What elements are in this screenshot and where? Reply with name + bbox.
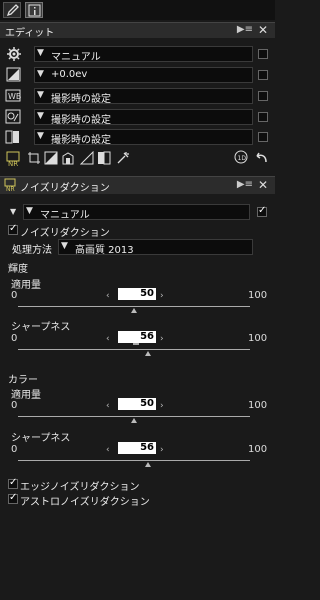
svg-text:NR: NR	[8, 160, 18, 167]
exposure-checkbox[interactable]	[258, 70, 268, 80]
edit-panel-header: エディット ▶≡ ✕	[0, 22, 275, 39]
nr-preset-select[interactable]: ▼ マニュアル	[23, 204, 250, 221]
luminance-heading: 輝度	[8, 264, 28, 275]
picture-control-checkbox[interactable]	[258, 112, 268, 122]
lum-sharpness-min: 0	[11, 333, 18, 344]
close-icon[interactable]: ✕	[258, 23, 268, 37]
color-amount-thumb[interactable]	[131, 418, 137, 423]
color-sharpness-value[interactable]: 56	[118, 442, 156, 454]
wb-mode-checkbox[interactable]	[258, 91, 268, 101]
lum-sharpness-default-mark	[133, 343, 139, 345]
exposure-select[interactable]: ▼ +0.0ev	[34, 67, 253, 83]
method-label: 処理方法	[12, 245, 52, 256]
lum-amount-thumb[interactable]	[131, 308, 137, 313]
d-lighting-checkbox[interactable]	[258, 132, 268, 142]
chevron-down-icon: ▼	[37, 111, 44, 121]
d-lighting-icon	[5, 130, 19, 144]
color-sharpness-thumb[interactable]	[145, 462, 151, 467]
levels-icon[interactable]	[80, 151, 94, 165]
lum-amount-increment[interactable]: ›	[160, 291, 164, 301]
lch-icon[interactable]	[97, 151, 111, 165]
tab-info[interactable]	[25, 2, 43, 18]
svg-text:WB: WB	[8, 92, 21, 101]
lum-sharpness-track[interactable]	[18, 349, 250, 350]
chevron-down-icon: ▼	[37, 131, 44, 141]
close-icon[interactable]: ✕	[258, 178, 268, 192]
edit-panel-title: エディット	[5, 28, 55, 39]
wb-icon: WB	[5, 89, 21, 102]
color-sharpness-decrement[interactable]: ‹	[106, 445, 110, 455]
noise-reduction-icon[interactable]: NR	[6, 151, 22, 167]
color-sharpness-track[interactable]	[18, 460, 250, 461]
tab-edit[interactable]	[3, 2, 21, 18]
white-balance-checkbox[interactable]	[258, 49, 268, 59]
lum-sharpness-thumb[interactable]	[145, 351, 151, 356]
lum-sharpness-decrement[interactable]: ‹	[106, 334, 110, 344]
retouch-brush-icon[interactable]	[116, 151, 130, 165]
lum-sharpness-max: 100	[248, 333, 268, 344]
panel-menu-icon[interactable]: ▶≡	[237, 179, 253, 190]
color-sharpness-increment[interactable]: ›	[160, 445, 164, 455]
svg-text:1D: 1D	[238, 155, 247, 162]
chevron-down-icon: ▼	[37, 48, 44, 58]
lum-amount-min: 0	[11, 290, 18, 301]
color-balance-icon[interactable]	[61, 151, 75, 165]
svg-text:NR: NR	[6, 186, 15, 192]
info-icon	[28, 4, 41, 17]
panel-tabs	[0, 0, 275, 20]
edit-tool-row: NR 1D	[0, 148, 275, 170]
lum-sharpness-label: シャープネス	[11, 322, 71, 333]
lum-sharpness-value[interactable]: 56	[118, 331, 156, 343]
crop-icon[interactable]	[27, 151, 41, 165]
chevron-down-icon: ▼	[37, 69, 44, 79]
nr-panel-header: NR ノイズリダクション ▶≡ ✕	[0, 176, 275, 194]
color-amount-increment[interactable]: ›	[160, 401, 164, 411]
lum-amount-track[interactable]	[18, 306, 250, 307]
astro-nr-checkbox[interactable]	[8, 492, 18, 504]
lum-amount-decrement[interactable]: ‹	[106, 291, 110, 301]
edge-nr-label: エッジノイズリダクション	[20, 482, 140, 493]
color-sharpness-max: 100	[248, 444, 268, 455]
lum-amount-max: 100	[248, 290, 268, 301]
noise-reduction-label: ノイズリダクション	[20, 228, 110, 239]
color-heading: カラー	[8, 375, 38, 386]
wb-mode-select[interactable]: ▼ 撮影時の設定	[34, 88, 253, 105]
lum-amount-label: 適用量	[11, 280, 41, 291]
color-amount-value[interactable]: 50	[118, 398, 156, 410]
panel-menu-icon[interactable]: ▶≡	[237, 24, 253, 35]
method-select[interactable]: ▼ 高画質 2013	[58, 239, 253, 256]
gear-icon	[7, 47, 21, 61]
edge-nr-checkbox[interactable]	[8, 477, 18, 489]
nr-panel-title: ノイズリダクション	[20, 183, 110, 194]
history-icon[interactable]: 1D	[234, 150, 248, 164]
tone-icon[interactable]	[44, 151, 58, 165]
color-amount-track[interactable]	[18, 416, 250, 417]
chevron-down-icon: ▼	[37, 90, 44, 100]
color-amount-max: 100	[248, 400, 268, 411]
nr-enable-checkbox[interactable]	[257, 205, 267, 217]
lum-sharpness-increment[interactable]: ›	[160, 334, 164, 344]
picture-control-select[interactable]: ▼ 撮影時の設定	[34, 109, 253, 126]
color-sharpness-label: シャープネス	[11, 433, 71, 444]
color-sharpness-min: 0	[11, 444, 18, 455]
chevron-down-icon: ▼	[61, 241, 68, 251]
exposure-icon	[6, 67, 21, 82]
color-amount-min: 0	[11, 400, 18, 411]
chevron-down-icon: ▼	[26, 206, 33, 216]
collapse-triangle-icon[interactable]: ▼	[10, 207, 16, 216]
undo-icon[interactable]	[254, 151, 268, 165]
picture-control-icon	[5, 109, 21, 124]
white-balance-select[interactable]: ▼ マニュアル	[34, 46, 253, 63]
pencil-icon	[6, 4, 19, 17]
noise-reduction-icon: NR	[4, 178, 16, 192]
color-amount-label: 適用量	[11, 390, 41, 401]
noise-reduction-checkbox[interactable]	[8, 223, 18, 235]
color-amount-decrement[interactable]: ‹	[106, 401, 110, 411]
d-lighting-select[interactable]: ▼ 撮影時の設定	[34, 129, 253, 146]
lum-amount-value[interactable]: 50	[118, 288, 156, 300]
astro-nr-label: アストロノイズリダクション	[20, 497, 150, 508]
